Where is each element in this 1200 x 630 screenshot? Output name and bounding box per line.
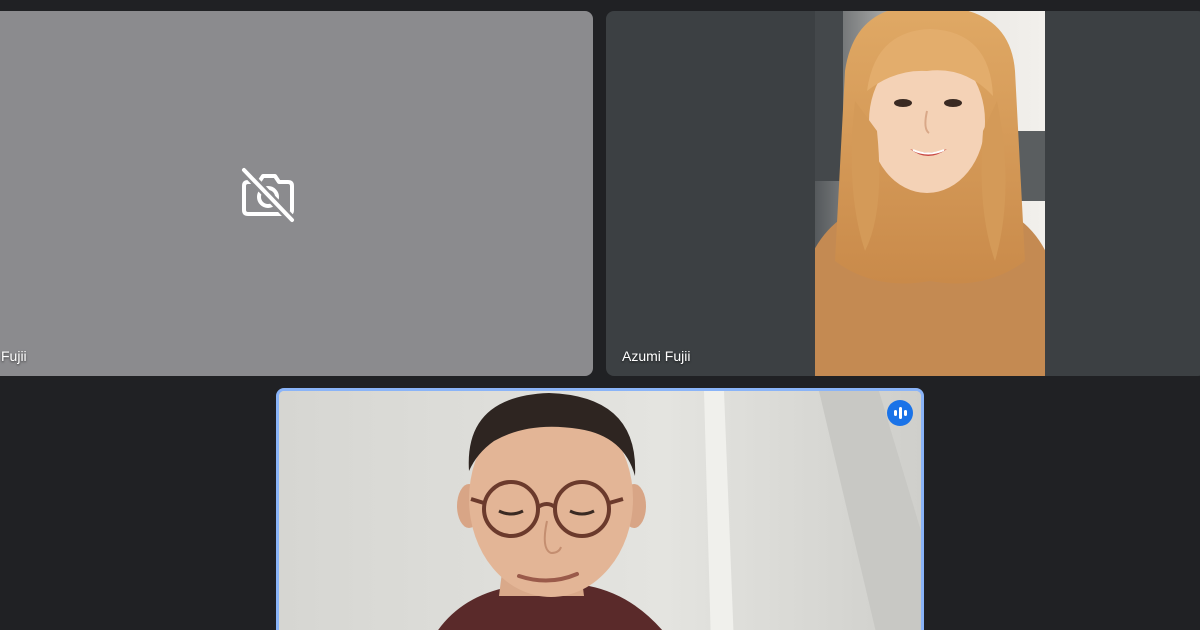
meeting-grid: i Fujii bbox=[0, 0, 1200, 630]
camera-off-icon bbox=[239, 166, 297, 224]
participant-tile-active-speaker[interactable] bbox=[276, 388, 924, 630]
video-feed-image bbox=[815, 11, 1045, 376]
participant-name: Azumi Fujii bbox=[622, 348, 691, 364]
participant-video bbox=[815, 11, 1045, 376]
audio-level-icon bbox=[887, 400, 913, 426]
video-feed-image bbox=[279, 391, 921, 630]
participant-video bbox=[279, 391, 921, 630]
participant-tile-azumi[interactable]: Azumi Fujii bbox=[606, 11, 1200, 376]
participant-tile-camera-off[interactable]: i Fujii bbox=[0, 11, 593, 376]
participant-name: i Fujii bbox=[0, 348, 27, 364]
